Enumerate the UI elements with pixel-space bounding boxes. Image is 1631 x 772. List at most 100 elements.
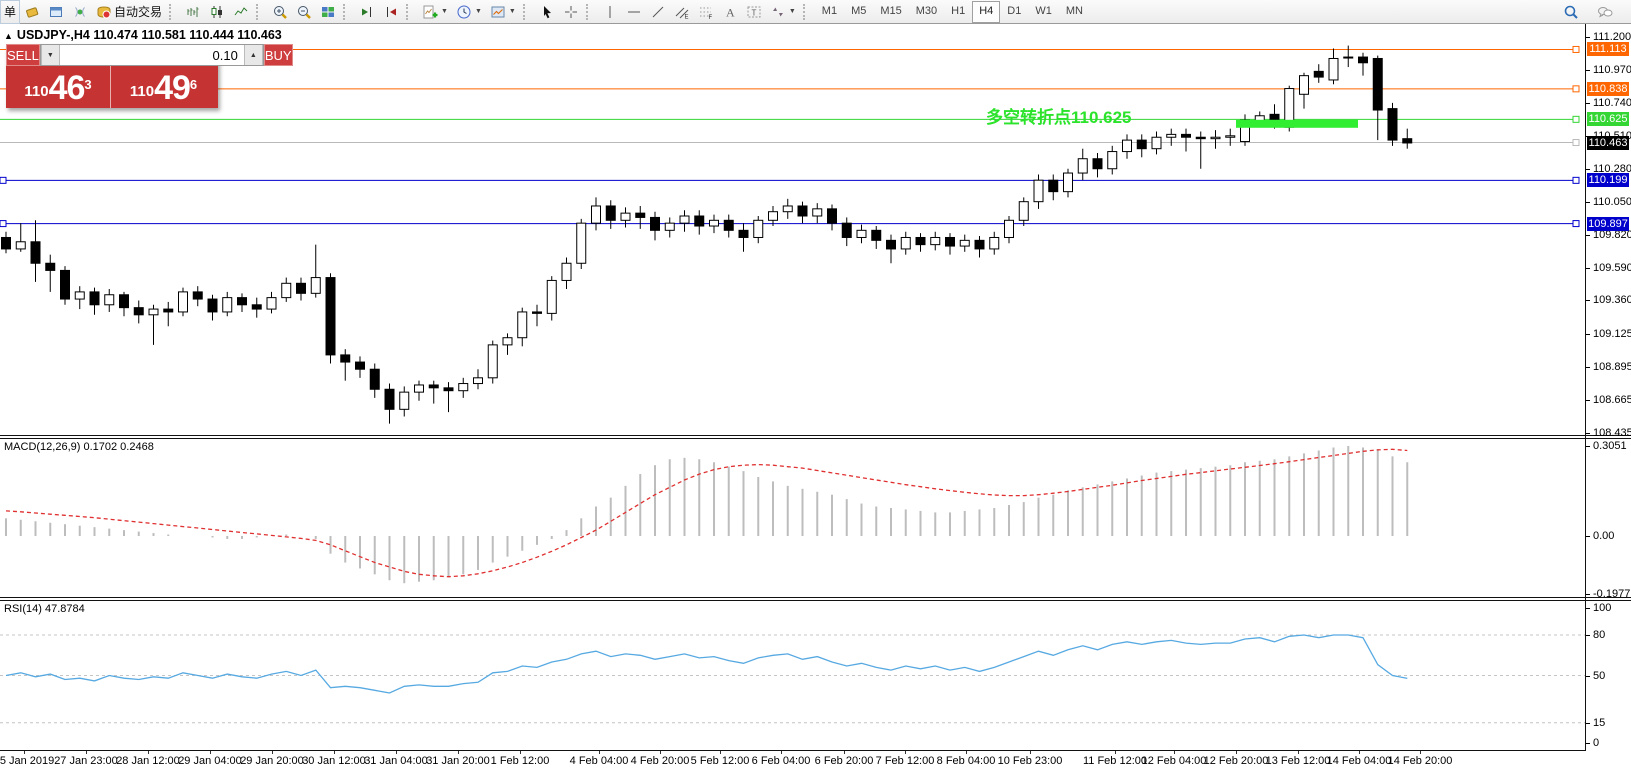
chat-button[interactable] — [1593, 0, 1617, 24]
tf-d1-button[interactable]: D1 — [1000, 1, 1028, 23]
line-chart-icon — [233, 4, 249, 20]
equidistant-channel-button[interactable]: E — [670, 0, 694, 24]
pane-separator-main-macd[interactable] — [0, 435, 1631, 436]
toolbar-right — [1559, 0, 1617, 24]
volume-up-button[interactable]: ▲ — [244, 45, 263, 65]
scale-tick — [1586, 400, 1590, 401]
horizontal-line-button[interactable] — [622, 0, 646, 24]
tf-m1-button[interactable]: M1 — [815, 1, 844, 23]
price-tick-label: 108.665 — [1593, 394, 1631, 406]
signals-button[interactable] — [68, 0, 92, 24]
periods-button[interactable]: ▼ — [452, 0, 486, 24]
time-tick — [1115, 751, 1116, 754]
time-tick — [334, 751, 335, 754]
time-tick — [458, 751, 459, 754]
pane-separator-macd-rsi[interactable] — [0, 597, 1631, 598]
main-chart-pane — [0, 24, 1585, 436]
pane-separator-macd-rsi-2 — [0, 600, 1631, 601]
auto-scroll-button[interactable] — [355, 0, 379, 24]
tf-h4-button[interactable]: H4 — [972, 1, 1000, 23]
data-window-button[interactable] — [44, 0, 68, 24]
macd-scale-label: 0.00 — [1593, 530, 1614, 542]
tf-mn-button[interactable]: MN — [1059, 1, 1090, 23]
cursor-button[interactable] — [535, 0, 559, 24]
scale-tick — [1586, 723, 1590, 724]
collapse-panel-icon[interactable]: ▲ — [4, 31, 13, 41]
time-tick — [1174, 751, 1175, 754]
templates-icon — [490, 4, 506, 20]
macd-plot[interactable] — [0, 438, 1585, 598]
tf-m15-button[interactable]: M15 — [873, 1, 908, 23]
main-chart-plot[interactable] — [0, 24, 1585, 436]
tf-w1-button[interactable]: W1 — [1028, 1, 1059, 23]
toolbar-separator — [586, 4, 595, 20]
sell-button[interactable]: SELL — [6, 44, 40, 66]
horizontal-line-icon — [626, 4, 642, 20]
svg-text:E: E — [684, 14, 688, 20]
zoom-out-button[interactable] — [292, 0, 316, 24]
vertical-line-button[interactable] — [598, 0, 622, 24]
buy-price-sup: 6 — [190, 70, 197, 100]
time-tick — [1420, 751, 1421, 754]
candlestick-chart-button[interactable] — [205, 0, 229, 24]
arrows-dropdown-icon[interactable]: ▼ — [789, 8, 796, 15]
toolbar-separator — [256, 4, 265, 20]
arrows-button[interactable]: ▼ — [766, 0, 800, 24]
trendline-icon — [650, 4, 666, 20]
fibonacci-button[interactable]: F — [694, 0, 718, 24]
macd-scale-label: 0.3051 — [1593, 440, 1627, 452]
periods-dropdown-icon[interactable]: ▼ — [475, 8, 482, 15]
time-label: 12 Feb 04:00 — [1142, 755, 1207, 767]
crosshair-button[interactable] — [559, 0, 583, 24]
tf-m5-button[interactable]: M5 — [844, 1, 873, 23]
templates-dropdown-icon[interactable]: ▼ — [509, 8, 516, 15]
scale-tick — [1586, 70, 1590, 71]
bar-chart-button[interactable] — [181, 0, 205, 24]
toolbar-separator — [343, 4, 352, 20]
volume-stepper: ▼ ▲ — [40, 44, 264, 66]
price-badge: 110.199 — [1587, 173, 1629, 187]
chart-shift-button[interactable] — [379, 0, 403, 24]
indicators-button[interactable]: ▼ — [418, 0, 452, 24]
buy-button[interactable]: BUY — [264, 44, 293, 66]
svg-text:T: T — [751, 8, 756, 17]
market-watch-button[interactable] — [20, 0, 44, 24]
rsi-scale-label: 50 — [1593, 670, 1605, 682]
line-chart-button[interactable] — [229, 0, 253, 24]
new-order-label: 单 — [4, 3, 16, 20]
tf-h1-button[interactable]: H1 — [944, 1, 972, 23]
price-badge: 110.463 — [1587, 136, 1629, 150]
price-tick-label: 109.125 — [1593, 328, 1631, 340]
volume-down-button[interactable]: ▼ — [41, 45, 60, 65]
mt4-window: 单 自动交易 ▼ ▼ ▼ EFAT ▼ M1M5M15M30H1H4D1W1MN ▲ USDJP… — [0, 0, 1631, 772]
tile-windows-button[interactable] — [316, 0, 340, 24]
templates-button[interactable]: ▼ — [486, 0, 520, 24]
autotrading-button[interactable]: 自动交易 — [92, 0, 166, 24]
search-icon — [1563, 4, 1579, 20]
time-axis[interactable]: 25 Jan 201927 Jan 23:0028 Jan 12:0029 Ja… — [0, 751, 1631, 772]
trendline-button[interactable] — [646, 0, 670, 24]
rsi-plot[interactable] — [0, 600, 1585, 750]
scale-tick — [1586, 268, 1590, 269]
indicators-dropdown-icon[interactable]: ▼ — [441, 8, 448, 15]
sell-price-big: 46 — [49, 71, 85, 105]
time-label: 8 Feb 04:00 — [937, 755, 996, 767]
time-tick — [966, 751, 967, 754]
macd-label: MACD(12,26,9) 0.1702 0.2468 — [4, 441, 154, 453]
symbol-period-label: USDJPY-,H4 — [17, 28, 90, 42]
tf-m30-button[interactable]: M30 — [909, 1, 944, 23]
text-label-button[interactable]: T — [742, 0, 766, 24]
volume-input[interactable] — [60, 45, 244, 65]
time-label: 14 Feb 20:00 — [1388, 755, 1453, 767]
new-order-button[interactable]: 单 — [0, 0, 20, 24]
buy-price-panel[interactable]: 110496 — [111, 66, 216, 108]
price-tick-label: 109.360 — [1593, 294, 1631, 306]
zoom-in-button[interactable] — [268, 0, 292, 24]
crosshair-icon — [563, 4, 579, 20]
search-button[interactable] — [1559, 0, 1583, 24]
text-button[interactable]: A — [718, 0, 742, 24]
price-scale[interactable]: 111.200110.970110.740110.510110.280110.0… — [1586, 24, 1631, 751]
sell-price-panel[interactable]: 110463 — [6, 66, 111, 108]
toolbar-separator — [169, 4, 178, 20]
autotrading-label: 自动交易 — [114, 3, 162, 20]
